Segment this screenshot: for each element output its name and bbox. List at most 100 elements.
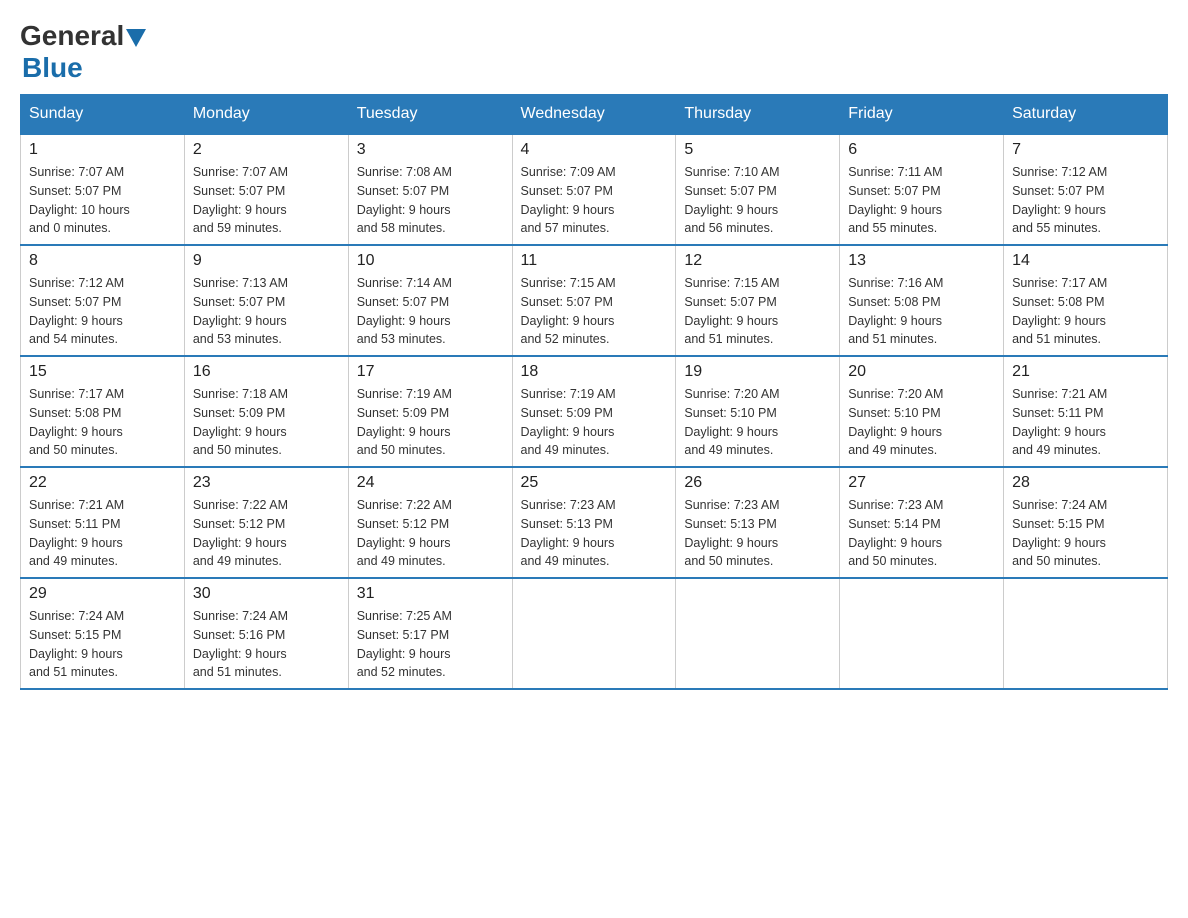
day-number: 5 bbox=[684, 141, 831, 159]
day-number: 20 bbox=[848, 363, 995, 381]
day-info: Sunrise: 7:23 AMSunset: 5:14 PMDaylight:… bbox=[848, 496, 995, 571]
calendar-cell: 23 Sunrise: 7:22 AMSunset: 5:12 PMDaylig… bbox=[184, 467, 348, 578]
day-number: 10 bbox=[357, 252, 504, 270]
calendar-cell: 21 Sunrise: 7:21 AMSunset: 5:11 PMDaylig… bbox=[1004, 356, 1168, 467]
calendar-cell bbox=[1004, 578, 1168, 689]
calendar-cell: 25 Sunrise: 7:23 AMSunset: 5:13 PMDaylig… bbox=[512, 467, 676, 578]
calendar-cell: 15 Sunrise: 7:17 AMSunset: 5:08 PMDaylig… bbox=[21, 356, 185, 467]
day-info: Sunrise: 7:24 AMSunset: 5:16 PMDaylight:… bbox=[193, 607, 340, 682]
day-number: 26 bbox=[684, 474, 831, 492]
calendar-week-row: 8 Sunrise: 7:12 AMSunset: 5:07 PMDayligh… bbox=[21, 245, 1168, 356]
calendar-cell: 29 Sunrise: 7:24 AMSunset: 5:15 PMDaylig… bbox=[21, 578, 185, 689]
calendar-cell: 19 Sunrise: 7:20 AMSunset: 5:10 PMDaylig… bbox=[676, 356, 840, 467]
calendar-cell: 17 Sunrise: 7:19 AMSunset: 5:09 PMDaylig… bbox=[348, 356, 512, 467]
day-number: 29 bbox=[29, 585, 176, 603]
calendar-cell bbox=[840, 578, 1004, 689]
calendar-cell: 12 Sunrise: 7:15 AMSunset: 5:07 PMDaylig… bbox=[676, 245, 840, 356]
calendar-cell: 4 Sunrise: 7:09 AMSunset: 5:07 PMDayligh… bbox=[512, 134, 676, 245]
day-info: Sunrise: 7:07 AMSunset: 5:07 PMDaylight:… bbox=[193, 163, 340, 238]
day-info: Sunrise: 7:21 AMSunset: 5:11 PMDaylight:… bbox=[1012, 385, 1159, 460]
calendar-cell: 14 Sunrise: 7:17 AMSunset: 5:08 PMDaylig… bbox=[1004, 245, 1168, 356]
calendar-cell: 3 Sunrise: 7:08 AMSunset: 5:07 PMDayligh… bbox=[348, 134, 512, 245]
day-number: 8 bbox=[29, 252, 176, 270]
day-number: 15 bbox=[29, 363, 176, 381]
calendar-week-row: 22 Sunrise: 7:21 AMSunset: 5:11 PMDaylig… bbox=[21, 467, 1168, 578]
calendar-cell: 9 Sunrise: 7:13 AMSunset: 5:07 PMDayligh… bbox=[184, 245, 348, 356]
day-number: 24 bbox=[357, 474, 504, 492]
day-info: Sunrise: 7:19 AMSunset: 5:09 PMDaylight:… bbox=[357, 385, 504, 460]
calendar-cell: 28 Sunrise: 7:24 AMSunset: 5:15 PMDaylig… bbox=[1004, 467, 1168, 578]
calendar-cell: 1 Sunrise: 7:07 AMSunset: 5:07 PMDayligh… bbox=[21, 134, 185, 245]
day-number: 18 bbox=[521, 363, 668, 381]
day-info: Sunrise: 7:12 AMSunset: 5:07 PMDaylight:… bbox=[1012, 163, 1159, 238]
day-info: Sunrise: 7:23 AMSunset: 5:13 PMDaylight:… bbox=[521, 496, 668, 571]
weekday-header-sunday: Sunday bbox=[21, 95, 185, 135]
logo-blue-text: Blue bbox=[22, 52, 83, 84]
calendar-cell: 16 Sunrise: 7:18 AMSunset: 5:09 PMDaylig… bbox=[184, 356, 348, 467]
day-number: 31 bbox=[357, 585, 504, 603]
day-info: Sunrise: 7:09 AMSunset: 5:07 PMDaylight:… bbox=[521, 163, 668, 238]
day-number: 17 bbox=[357, 363, 504, 381]
day-info: Sunrise: 7:23 AMSunset: 5:13 PMDaylight:… bbox=[684, 496, 831, 571]
day-info: Sunrise: 7:19 AMSunset: 5:09 PMDaylight:… bbox=[521, 385, 668, 460]
calendar-cell: 10 Sunrise: 7:14 AMSunset: 5:07 PMDaylig… bbox=[348, 245, 512, 356]
day-info: Sunrise: 7:24 AMSunset: 5:15 PMDaylight:… bbox=[29, 607, 176, 682]
calendar-cell: 22 Sunrise: 7:21 AMSunset: 5:11 PMDaylig… bbox=[21, 467, 185, 578]
calendar-cell: 31 Sunrise: 7:25 AMSunset: 5:17 PMDaylig… bbox=[348, 578, 512, 689]
weekday-header-saturday: Saturday bbox=[1004, 95, 1168, 135]
day-number: 1 bbox=[29, 141, 176, 159]
day-info: Sunrise: 7:17 AMSunset: 5:08 PMDaylight:… bbox=[29, 385, 176, 460]
day-info: Sunrise: 7:12 AMSunset: 5:07 PMDaylight:… bbox=[29, 274, 176, 349]
day-info: Sunrise: 7:17 AMSunset: 5:08 PMDaylight:… bbox=[1012, 274, 1159, 349]
day-number: 2 bbox=[193, 141, 340, 159]
day-info: Sunrise: 7:22 AMSunset: 5:12 PMDaylight:… bbox=[357, 496, 504, 571]
day-number: 3 bbox=[357, 141, 504, 159]
day-number: 9 bbox=[193, 252, 340, 270]
day-number: 12 bbox=[684, 252, 831, 270]
day-number: 19 bbox=[684, 363, 831, 381]
day-info: Sunrise: 7:25 AMSunset: 5:17 PMDaylight:… bbox=[357, 607, 504, 682]
calendar-cell: 8 Sunrise: 7:12 AMSunset: 5:07 PMDayligh… bbox=[21, 245, 185, 356]
day-info: Sunrise: 7:20 AMSunset: 5:10 PMDaylight:… bbox=[684, 385, 831, 460]
day-number: 13 bbox=[848, 252, 995, 270]
day-number: 25 bbox=[521, 474, 668, 492]
logo-triangle-icon bbox=[126, 29, 146, 47]
calendar-cell: 26 Sunrise: 7:23 AMSunset: 5:13 PMDaylig… bbox=[676, 467, 840, 578]
day-info: Sunrise: 7:18 AMSunset: 5:09 PMDaylight:… bbox=[193, 385, 340, 460]
day-info: Sunrise: 7:21 AMSunset: 5:11 PMDaylight:… bbox=[29, 496, 176, 571]
day-number: 6 bbox=[848, 141, 995, 159]
calendar-cell: 27 Sunrise: 7:23 AMSunset: 5:14 PMDaylig… bbox=[840, 467, 1004, 578]
calendar-cell bbox=[512, 578, 676, 689]
calendar-week-row: 15 Sunrise: 7:17 AMSunset: 5:08 PMDaylig… bbox=[21, 356, 1168, 467]
day-info: Sunrise: 7:07 AMSunset: 5:07 PMDaylight:… bbox=[29, 163, 176, 238]
calendar-week-row: 29 Sunrise: 7:24 AMSunset: 5:15 PMDaylig… bbox=[21, 578, 1168, 689]
weekday-header-thursday: Thursday bbox=[676, 95, 840, 135]
day-info: Sunrise: 7:08 AMSunset: 5:07 PMDaylight:… bbox=[357, 163, 504, 238]
weekday-header-friday: Friday bbox=[840, 95, 1004, 135]
day-info: Sunrise: 7:20 AMSunset: 5:10 PMDaylight:… bbox=[848, 385, 995, 460]
weekday-header-row: SundayMondayTuesdayWednesdayThursdayFrid… bbox=[21, 95, 1168, 135]
calendar-cell: 20 Sunrise: 7:20 AMSunset: 5:10 PMDaylig… bbox=[840, 356, 1004, 467]
calendar-cell: 2 Sunrise: 7:07 AMSunset: 5:07 PMDayligh… bbox=[184, 134, 348, 245]
calendar-cell: 30 Sunrise: 7:24 AMSunset: 5:16 PMDaylig… bbox=[184, 578, 348, 689]
calendar-cell: 24 Sunrise: 7:22 AMSunset: 5:12 PMDaylig… bbox=[348, 467, 512, 578]
day-number: 23 bbox=[193, 474, 340, 492]
header: General Blue bbox=[20, 20, 1168, 84]
calendar-week-row: 1 Sunrise: 7:07 AMSunset: 5:07 PMDayligh… bbox=[21, 134, 1168, 245]
day-info: Sunrise: 7:16 AMSunset: 5:08 PMDaylight:… bbox=[848, 274, 995, 349]
day-number: 30 bbox=[193, 585, 340, 603]
calendar-cell bbox=[676, 578, 840, 689]
logo-general-text: General bbox=[20, 20, 124, 52]
day-number: 7 bbox=[1012, 141, 1159, 159]
day-info: Sunrise: 7:15 AMSunset: 5:07 PMDaylight:… bbox=[684, 274, 831, 349]
day-number: 28 bbox=[1012, 474, 1159, 492]
day-info: Sunrise: 7:24 AMSunset: 5:15 PMDaylight:… bbox=[1012, 496, 1159, 571]
calendar-cell: 6 Sunrise: 7:11 AMSunset: 5:07 PMDayligh… bbox=[840, 134, 1004, 245]
logo: General Blue bbox=[20, 20, 146, 84]
calendar-cell: 5 Sunrise: 7:10 AMSunset: 5:07 PMDayligh… bbox=[676, 134, 840, 245]
calendar-table: SundayMondayTuesdayWednesdayThursdayFrid… bbox=[20, 94, 1168, 690]
day-number: 22 bbox=[29, 474, 176, 492]
day-info: Sunrise: 7:14 AMSunset: 5:07 PMDaylight:… bbox=[357, 274, 504, 349]
calendar-cell: 13 Sunrise: 7:16 AMSunset: 5:08 PMDaylig… bbox=[840, 245, 1004, 356]
day-info: Sunrise: 7:22 AMSunset: 5:12 PMDaylight:… bbox=[193, 496, 340, 571]
